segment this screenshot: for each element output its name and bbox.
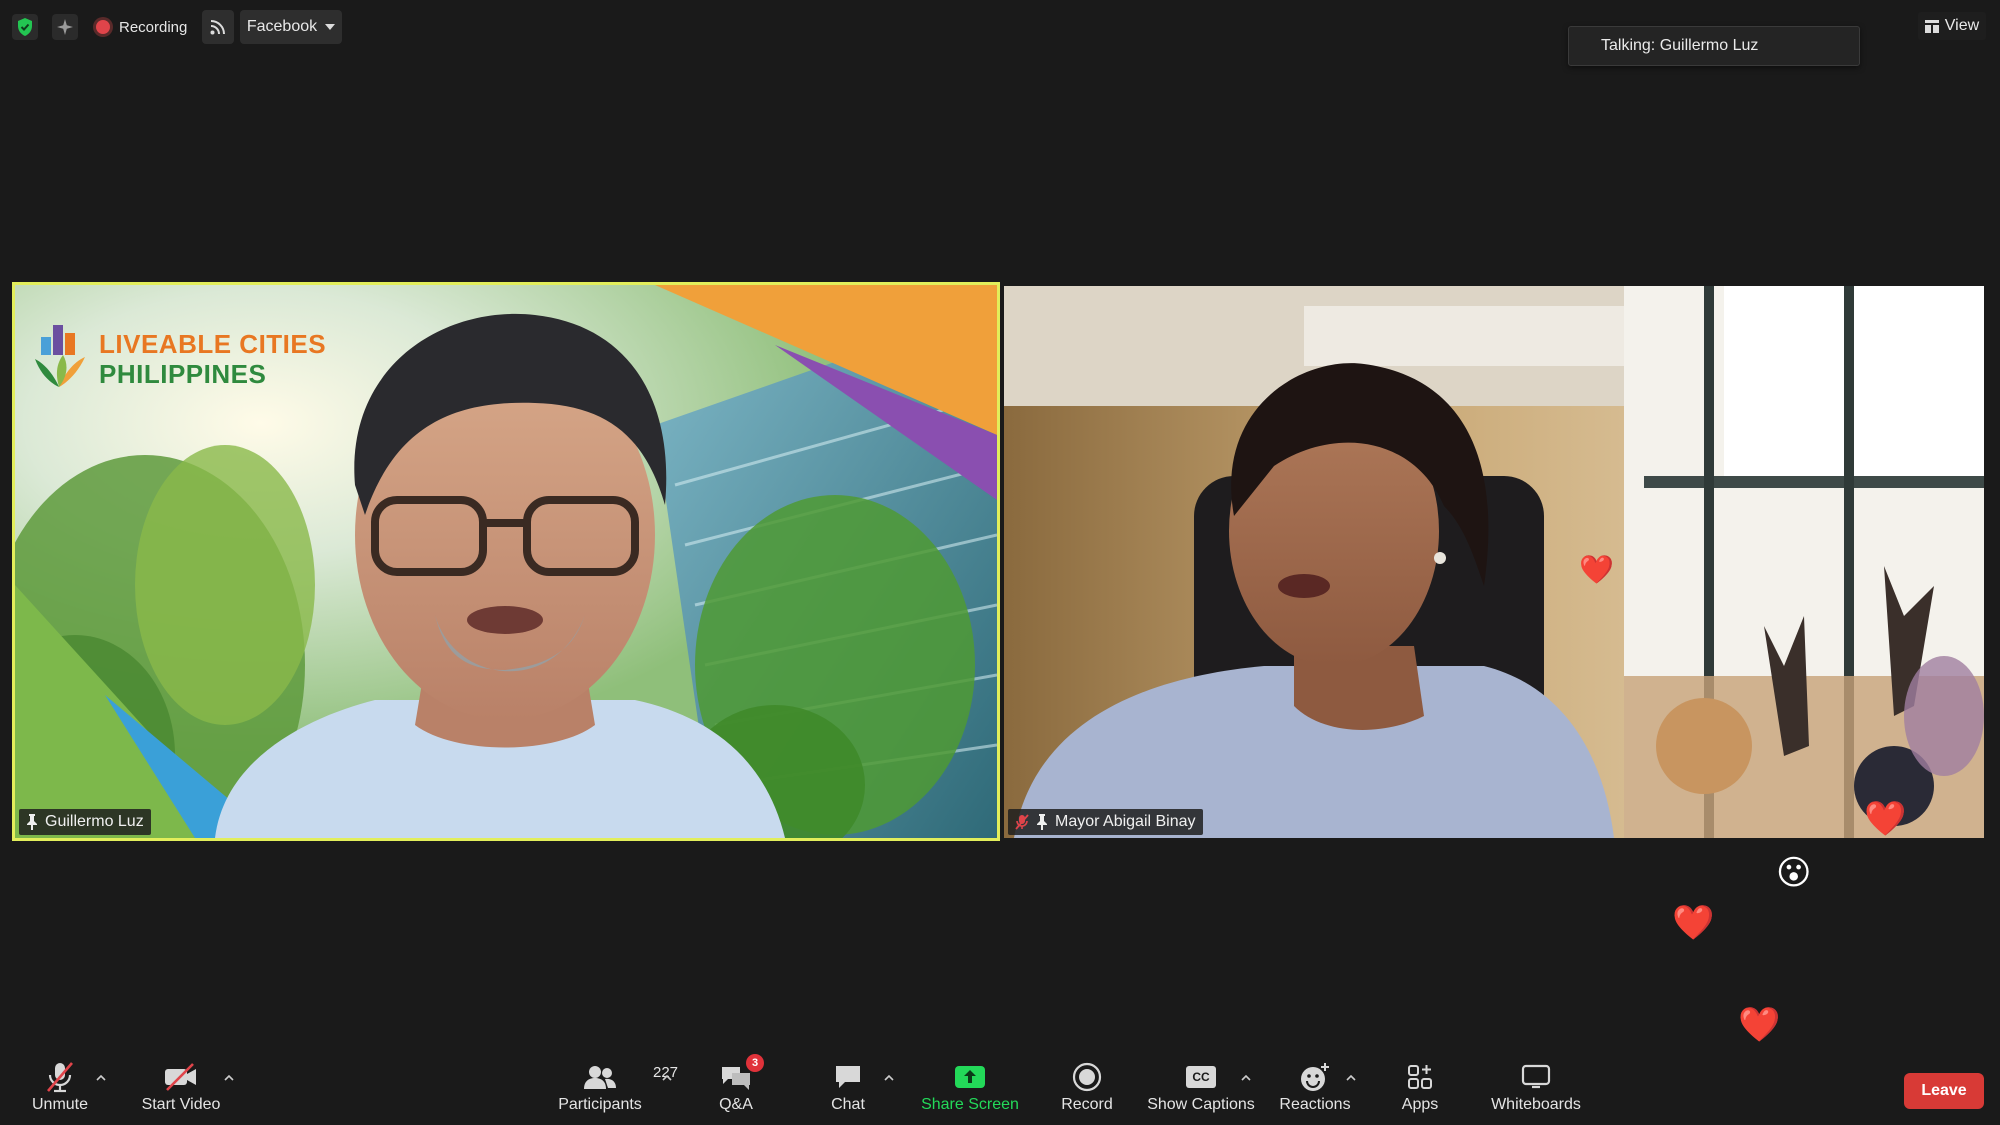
captions-options-chevron-up-icon[interactable]	[1238, 1070, 1254, 1086]
participant-name-tag: Guillermo Luz	[19, 809, 151, 835]
heart-icon: ❤️	[1579, 554, 1614, 585]
chevron-down-icon	[325, 24, 336, 30]
reactions-label: Reactions	[1279, 1096, 1351, 1113]
chat-button[interactable]: Chat	[818, 1058, 878, 1118]
share-screen-button[interactable]: Share Screen	[918, 1058, 1022, 1118]
participants-label: Participants	[558, 1096, 642, 1113]
stream-platform-dropdown[interactable]: Facebook	[240, 10, 342, 44]
view-label: View	[1944, 17, 1980, 34]
whiteboards-button[interactable]: Whiteboards	[1484, 1058, 1588, 1118]
logo-text-line1: LIVEABLE CITIES	[99, 329, 327, 359]
chat-label: Chat	[831, 1096, 865, 1113]
chat-options-chevron-up-icon[interactable]	[881, 1070, 897, 1086]
live-stream-button[interactable]	[202, 10, 234, 44]
recording-indicator[interactable]: Recording	[96, 13, 187, 41]
view-grid-icon	[1924, 19, 1939, 33]
talking-label: Talking: Guillermo Luz	[1601, 37, 1759, 54]
recording-label: Recording	[119, 18, 188, 36]
video-off-icon	[163, 1058, 199, 1096]
logo-text-line2: PHILIPPINES	[99, 359, 267, 389]
reactions-icon	[1299, 1058, 1331, 1096]
captions-icon-text: CC	[1186, 1066, 1216, 1088]
mic-off-icon	[45, 1058, 75, 1096]
talking-indicator: Talking: Guillermo Luz	[1568, 26, 1860, 66]
apps-icon	[1406, 1058, 1434, 1096]
record-dot-icon	[96, 20, 110, 34]
unmute-button[interactable]: Unmute	[20, 1058, 100, 1118]
heart-icon: ❤️	[1864, 800, 1907, 838]
start-video-button[interactable]: Start Video	[130, 1058, 232, 1118]
video-options-chevron-up-icon[interactable]	[221, 1070, 237, 1086]
camera-feed	[1004, 286, 1984, 838]
wow-emoji-icon: 😮	[1776, 854, 1812, 892]
captions-label: Show Captions	[1147, 1096, 1255, 1113]
qa-button[interactable]: 3 Q&A	[706, 1054, 766, 1118]
participants-icon-group: 227	[583, 1058, 678, 1096]
pin-icon	[27, 814, 37, 830]
show-captions-button[interactable]: CC Show Captions	[1144, 1058, 1258, 1118]
liveable-cities-logo	[29, 321, 89, 391]
whiteboards-label: Whiteboards	[1491, 1096, 1581, 1113]
participants-options-chevron-up-icon[interactable]	[659, 1070, 675, 1086]
view-button[interactable]: View	[1918, 12, 1986, 40]
video-tile-mayor-abigail-binay[interactable]: ❤️ ❤️ Mayor Abigail Binay	[1004, 286, 1984, 838]
qa-label: Q&A	[719, 1096, 753, 1113]
participants-icon	[584, 1066, 616, 1089]
heart-icon: ❤️	[1738, 1006, 1781, 1044]
apps-label: Apps	[1401, 1096, 1439, 1113]
qa-icon-wrap: 3	[720, 1054, 764, 1096]
share-screen-label: Share Screen	[921, 1096, 1019, 1113]
sparkle-icon[interactable]	[52, 14, 78, 40]
leave-button[interactable]: Leave	[1904, 1073, 1984, 1109]
participant-name: Mayor Abigail Binay	[1055, 813, 1196, 830]
apps-button[interactable]: Apps	[1392, 1058, 1448, 1118]
record-label: Record	[1061, 1096, 1113, 1113]
reactions-options-chevron-up-icon[interactable]	[1343, 1070, 1359, 1086]
heart-icon: ❤️	[1672, 904, 1715, 942]
audio-options-chevron-up-icon[interactable]	[93, 1070, 109, 1086]
muted-mic-icon	[1015, 814, 1029, 830]
pin-icon	[1037, 814, 1047, 830]
record-button[interactable]: Record	[1052, 1058, 1122, 1118]
reactions-button[interactable]: Reactions	[1278, 1058, 1352, 1118]
chat-icon	[833, 1058, 863, 1096]
unmute-label: Unmute	[31, 1096, 89, 1113]
video-tile-guillermo-luz[interactable]: LIVEABLE CITIES PHILIPPINES Guillermo Lu…	[12, 282, 1000, 841]
stream-platform-label: Facebook	[246, 18, 318, 35]
participant-name-tag: Mayor Abigail Binay	[1008, 809, 1203, 835]
security-shield-icon[interactable]	[12, 14, 38, 40]
live-stream-icon	[210, 20, 225, 35]
qa-badge: 3	[746, 1054, 764, 1072]
start-video-label: Start Video	[141, 1096, 221, 1113]
participant-name: Guillermo Luz	[45, 813, 144, 830]
whiteboard-icon	[1521, 1058, 1551, 1096]
participants-button[interactable]: 227 Participants	[550, 1058, 678, 1118]
captions-icon: CC	[1186, 1058, 1216, 1096]
record-icon	[1072, 1058, 1102, 1096]
share-screen-icon	[954, 1058, 986, 1096]
